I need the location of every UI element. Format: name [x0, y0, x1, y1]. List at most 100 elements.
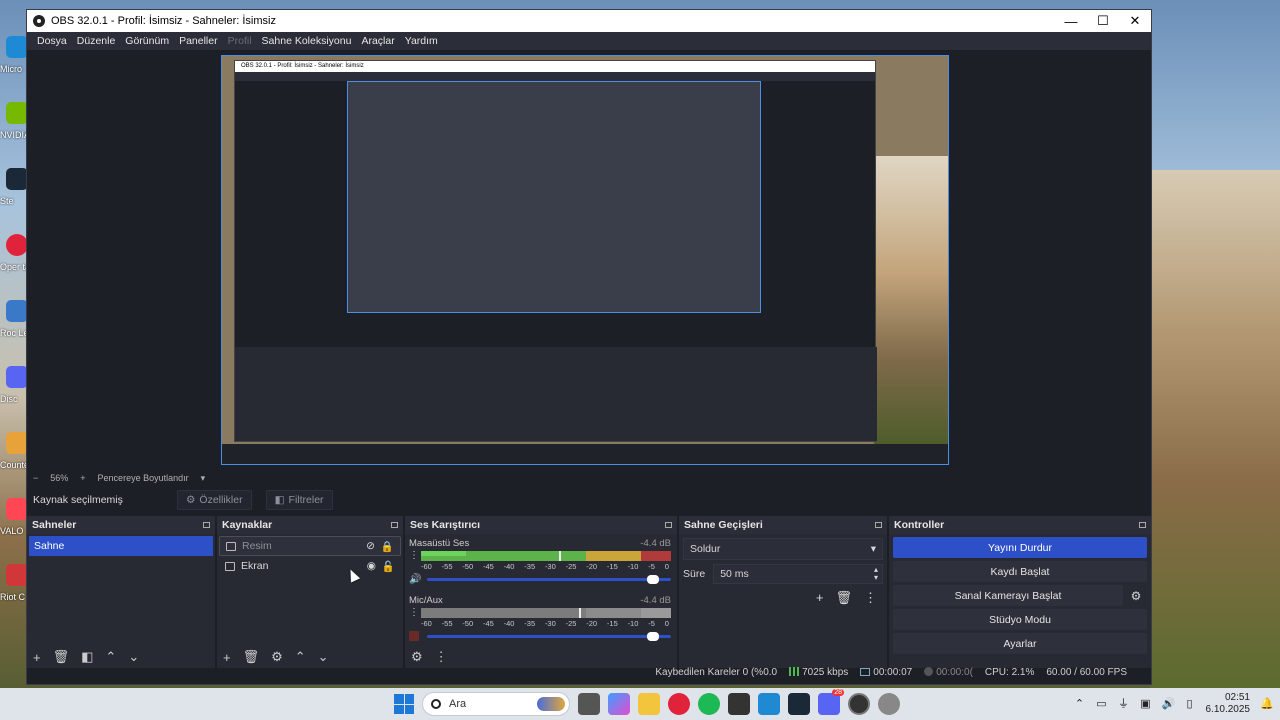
- steam-icon: [6, 168, 28, 190]
- cube-app-icon[interactable]: [728, 693, 750, 715]
- spotify-icon[interactable]: [698, 693, 720, 715]
- copilot-icon[interactable]: [608, 693, 630, 715]
- virtual-camera-settings-icon[interactable]: ⚙: [1125, 585, 1147, 606]
- volume-slider[interactable]: [427, 575, 671, 584]
- desktop-icon[interactable]: Riot C: [0, 558, 28, 624]
- volume-slider[interactable]: [427, 631, 671, 641]
- spin-arrows-icon[interactable]: ▴ ▾: [874, 566, 878, 582]
- task-view-icon[interactable]: [578, 693, 600, 715]
- zoom-in-button[interactable]: +: [80, 473, 85, 483]
- transition-select[interactable]: Soldur ▾: [683, 538, 883, 560]
- filter-icon: ◧: [274, 494, 285, 506]
- desktop-icons: Micro NVIDIA Ste Oper tara Roc Lea Disc …: [0, 30, 38, 624]
- menu-file[interactable]: Dosya: [32, 35, 72, 47]
- source-item[interactable]: Resim ⊘ 🔒: [219, 536, 401, 556]
- lock-icon[interactable]: 🔒: [381, 540, 394, 553]
- window-title: OBS 32.0.1 - Profil: İsimsiz - Sahneler:…: [51, 15, 276, 27]
- menu-view[interactable]: Görünüm: [120, 35, 174, 47]
- kebab-icon[interactable]: ⋮: [864, 590, 877, 606]
- desktop-icon[interactable]: Disc: [0, 360, 28, 426]
- menu-tools[interactable]: Araçlar: [356, 35, 399, 47]
- obs-icon[interactable]: [848, 693, 870, 715]
- program-preview[interactable]: OBS 32.0.1 - Profil: İsimsiz - Sahneler:…: [221, 55, 949, 465]
- source-item[interactable]: Ekran ◉ 🔓: [219, 556, 401, 576]
- undock-icon[interactable]: [875, 522, 882, 528]
- scale-mode-dropdown-icon[interactable]: ▾: [201, 473, 206, 484]
- desktop-icon[interactable]: Counte: [0, 426, 29, 492]
- vscode-icon[interactable]: [758, 693, 780, 715]
- zoom-out-button[interactable]: −: [33, 473, 38, 483]
- desktop-icon[interactable]: Roc Lea: [0, 294, 34, 360]
- scale-mode[interactable]: Pencereye Boyutlandır: [98, 473, 189, 483]
- usb-icon[interactable]: ⏚: [1118, 698, 1130, 710]
- minimize-button[interactable]: —: [1055, 10, 1087, 32]
- muted-speaker-icon[interactable]: [409, 631, 419, 641]
- cpu-usage: CPU: 2.1%: [984, 666, 1035, 678]
- eye-hidden-icon[interactable]: ⊘: [366, 540, 375, 552]
- clock[interactable]: 02:51 6.10.2025: [1206, 692, 1251, 716]
- clock-time: 02:51: [1224, 692, 1250, 703]
- meter-peak: [558, 551, 561, 561]
- desktop-icon[interactable]: NVIDIA: [0, 96, 30, 162]
- filters-button[interactable]: ◧ Filtreler: [265, 490, 333, 510]
- image-icon: [226, 541, 236, 551]
- scene-item[interactable]: Sahne: [29, 536, 213, 556]
- steam-icon[interactable]: [788, 693, 810, 715]
- sources-dock-title: Kaynaklar: [222, 519, 273, 531]
- settings-button[interactable]: Ayarlar: [893, 633, 1147, 654]
- notification-icon[interactable]: 🔔: [1260, 698, 1274, 710]
- desktop-icon[interactable]: Micro: [0, 30, 28, 96]
- taskbar-search[interactable]: Ara: [422, 692, 570, 716]
- track-menu-icon[interactable]: ⋮: [409, 608, 419, 618]
- counter-strike-icon: [6, 432, 28, 454]
- remove-icon[interactable]: 🗑: [835, 590, 852, 606]
- network-icon[interactable]: ▣: [1140, 698, 1152, 710]
- close-button[interactable]: ✕: [1119, 10, 1151, 32]
- menu-help[interactable]: Yardım: [400, 35, 443, 47]
- nested-taskbar: [222, 444, 948, 464]
- start-button[interactable]: [394, 694, 414, 714]
- chevron-up-icon[interactable]: ⌃: [1074, 698, 1086, 710]
- camera-icon[interactable]: ▭: [1096, 698, 1108, 710]
- desktop-icon[interactable]: Ste: [0, 162, 28, 228]
- maximize-button[interactable]: ☐: [1087, 10, 1119, 32]
- duration-spinbox[interactable]: 50 ms ▴ ▾: [713, 564, 883, 584]
- opera-gx-icon[interactable]: [668, 693, 690, 715]
- undock-icon[interactable]: [203, 522, 210, 528]
- undock-icon[interactable]: [1139, 522, 1146, 528]
- undock-icon[interactable]: [665, 522, 672, 528]
- properties-label: Özellikler: [199, 494, 243, 506]
- search-placeholder: Ara: [449, 698, 467, 710]
- menu-profile[interactable]: Profil: [223, 35, 257, 47]
- mixer-dock-header: Ses Karıştırıcı: [405, 516, 677, 534]
- search-highlight-icon: [537, 697, 565, 711]
- volume-slider-knob[interactable]: [646, 575, 659, 584]
- speaker-icon[interactable]: 🔊: [409, 574, 423, 585]
- unlock-icon[interactable]: 🔓: [382, 560, 395, 573]
- volume-icon[interactable]: 🔊: [1162, 698, 1176, 710]
- properties-button[interactable]: ⚙ Özellikler: [177, 490, 252, 510]
- virtual-camera-button[interactable]: Sanal Kamerayı Başlat: [893, 585, 1123, 606]
- add-icon[interactable]: +: [816, 590, 824, 606]
- discord-icon[interactable]: 28: [818, 689, 844, 715]
- desktop-icon[interactable]: Oper tara: [0, 228, 38, 294]
- battery-icon[interactable]: ▯: [1184, 698, 1196, 710]
- eye-icon[interactable]: ◉: [367, 560, 376, 572]
- sources-dock: Kaynaklar Resim ⊘ 🔒 Ekran ◉ 🔓 + 🗑 ⚙ ⌃ ⌄: [217, 516, 403, 668]
- file-explorer-icon[interactable]: [638, 693, 660, 715]
- track-menu-icon[interactable]: ⋮: [409, 551, 419, 561]
- menu-edit[interactable]: Düzenle: [72, 35, 121, 47]
- desktop-icon[interactable]: VALO: [0, 492, 28, 558]
- title-bar[interactable]: OBS 32.0.1 - Profil: İsimsiz - Sahneler:…: [27, 10, 1151, 32]
- stop-stream-button[interactable]: Yayını Durdur: [893, 537, 1147, 558]
- start-recording-button[interactable]: Kaydı Başlat: [893, 561, 1147, 582]
- settings-icon[interactable]: [878, 693, 900, 715]
- transitions-dock-header: Sahne Geçişleri: [679, 516, 887, 534]
- undock-icon[interactable]: [391, 522, 398, 528]
- studio-mode-button[interactable]: Stüdyo Modu: [893, 609, 1147, 630]
- menu-scene-collection[interactable]: Sahne Koleksiyonu: [257, 35, 357, 47]
- preview-area[interactable]: OBS 32.0.1 - Profil: İsimsiz - Sahneler:…: [27, 50, 1151, 470]
- transition-duration: Süre 50 ms ▴ ▾: [683, 564, 883, 584]
- menu-docks[interactable]: Paneller: [174, 35, 223, 47]
- volume-slider-knob[interactable]: [646, 631, 659, 641]
